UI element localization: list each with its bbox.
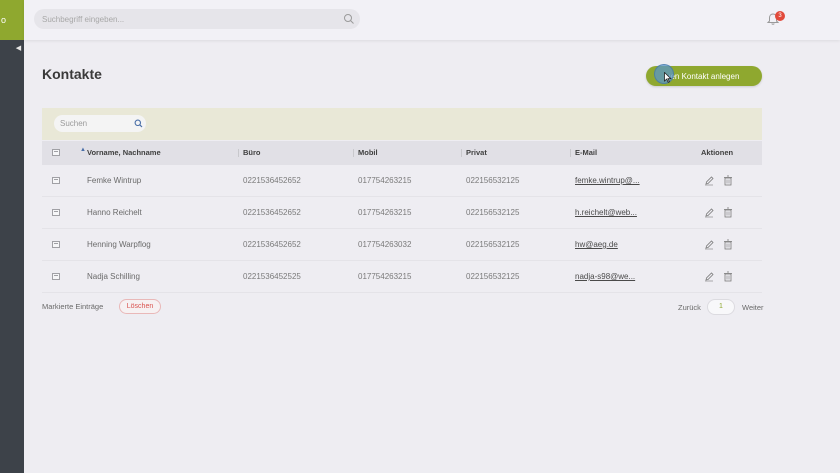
cell-buero: 0221536452652	[243, 240, 301, 249]
trash-icon[interactable]	[723, 271, 733, 282]
cell-privat: 022156532125	[466, 176, 520, 185]
cell-buero: 0221536452652	[243, 208, 301, 217]
column-divider	[461, 149, 464, 157]
row-checkbox[interactable]	[52, 241, 60, 248]
pagination-next[interactable]: Weiter	[742, 303, 764, 312]
mouse-cursor-icon	[664, 72, 672, 83]
cell-mobil: 017754263215	[358, 208, 412, 217]
table-row[interactable]: Nadja Schilling 0221536452525 0177542632…	[42, 261, 762, 293]
global-search	[34, 9, 360, 29]
page-title: Kontakte	[42, 66, 102, 82]
table-row[interactable]: Hanno Reichelt 0221536452652 01775426321…	[42, 197, 762, 229]
cell-privat: 022156532125	[466, 240, 520, 249]
cell-mobil: 017754263032	[358, 240, 412, 249]
column-header-buero[interactable]: Büro	[243, 141, 261, 165]
column-header-actions: Aktionen	[701, 148, 734, 157]
column-divider	[570, 149, 573, 157]
cell-privat: 022156532125	[466, 272, 520, 281]
pagination-current-page[interactable]: 1	[707, 299, 735, 315]
column-divider	[238, 149, 241, 157]
top-bar: 3	[24, 0, 840, 40]
cell-name: Femke Wintrup	[87, 176, 142, 185]
cell-email[interactable]: femke.wintrup@...	[575, 165, 640, 197]
table-filter-bar	[42, 108, 762, 140]
delete-button[interactable]: Löschen	[119, 299, 161, 314]
column-header-mobil[interactable]: Mobil	[358, 141, 378, 165]
table-search-input[interactable]	[54, 115, 132, 132]
table-search	[54, 115, 146, 132]
cell-name: Hanno Reichelt	[87, 208, 142, 217]
pencil-icon[interactable]	[704, 207, 714, 218]
notification-badge: 3	[775, 11, 785, 21]
marked-entries-label: Markierte Einträge	[42, 302, 104, 311]
pencil-icon[interactable]	[704, 175, 714, 186]
table-row[interactable]: Femke Wintrup 0221536452652 017754263215…	[42, 165, 762, 197]
pencil-icon[interactable]	[704, 239, 714, 250]
cell-mobil: 017754263215	[358, 272, 412, 281]
column-header-privat[interactable]: Privat	[466, 141, 487, 165]
search-icon[interactable]	[343, 13, 355, 25]
cell-mobil: 017754263215	[358, 176, 412, 185]
cell-email[interactable]: nadja-s98@we...	[575, 261, 635, 293]
app-logo[interactable]: o	[0, 0, 24, 40]
search-icon[interactable]	[134, 119, 143, 128]
cell-buero: 0221536452525	[243, 272, 301, 281]
cell-buero: 0221536452652	[243, 176, 301, 185]
trash-icon[interactable]	[723, 175, 733, 186]
cell-email[interactable]: hw@aeg.de	[575, 229, 618, 261]
trash-icon[interactable]	[723, 239, 733, 250]
sidebar: o ◀	[0, 0, 24, 473]
cell-name: Henning Warpflog	[87, 240, 151, 249]
global-search-input[interactable]	[34, 9, 334, 29]
table-header: ▲ Vorname, Nachname Büro Mobil Privat E-…	[42, 141, 762, 165]
cell-privat: 022156532125	[466, 208, 520, 217]
column-header-email[interactable]: E-Mail	[575, 141, 597, 165]
column-header-name[interactable]: Vorname, Nachname	[87, 141, 161, 165]
cell-email[interactable]: h.reichelt@web...	[575, 197, 637, 229]
table-row[interactable]: Henning Warpflog 0221536452652 017754263…	[42, 229, 762, 261]
collapse-arrow-icon[interactable]: ◀	[13, 43, 24, 54]
pagination-prev[interactable]: Zurück	[678, 303, 701, 312]
select-all-checkbox[interactable]	[52, 149, 60, 156]
cell-name: Nadja Schilling	[87, 272, 140, 281]
row-checkbox[interactable]	[52, 273, 60, 280]
row-checkbox[interactable]	[52, 177, 60, 184]
trash-icon[interactable]	[723, 207, 733, 218]
column-divider	[353, 149, 356, 157]
pencil-icon[interactable]	[704, 271, 714, 282]
row-checkbox[interactable]	[52, 209, 60, 216]
sort-ascending-icon[interactable]: ▲	[80, 147, 86, 153]
